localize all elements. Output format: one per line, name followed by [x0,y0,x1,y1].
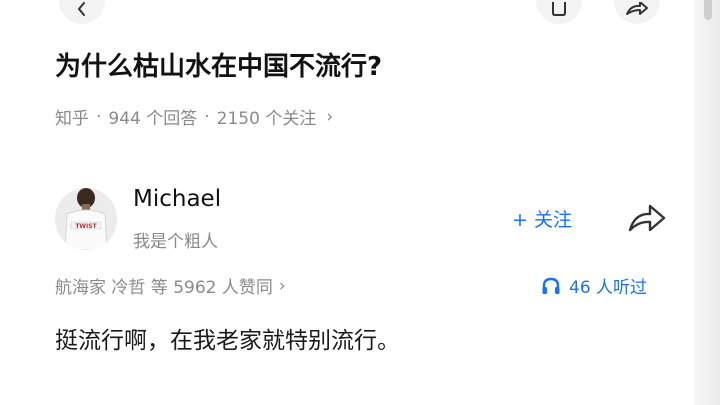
share-icon [626,2,648,15]
answer-text: 挺流行啊，在我老家就特别流行。 [55,328,400,354]
bookmark-button[interactable] [536,0,582,24]
followers-count: 2150 个关注 [216,109,317,129]
back-button[interactable] [59,0,105,24]
listen-count: 46 人听过 [569,278,648,298]
chevron-left-icon [77,2,85,16]
meta-separator: · [204,106,210,127]
avatar-image: TWIST [55,188,117,250]
edge-tick [704,0,712,20]
question-title[interactable]: 为什么枯山水在中国不流行? [55,46,382,83]
endorse-text: 航海家 冷哲 等 5962 人赞同 [55,278,273,298]
top-share-button[interactable] [614,0,660,24]
share-arrow-icon [628,204,666,232]
top-bar [0,0,720,26]
author-bio: 我是个粗人 [133,232,218,252]
side-edge [694,0,720,405]
source-label: 知乎 [55,109,89,129]
bookmark-icon [552,2,566,16]
avatar[interactable]: TWIST [55,188,117,250]
answers-count: 944 个回答 [108,109,198,129]
author-name[interactable]: Michael [133,186,221,212]
follow-button[interactable]: + 关注 [512,205,572,232]
shirt-print: TWIST [75,223,97,230]
question-meta[interactable]: 知乎 · 944 个回答 · 2150 个关注 › [55,104,334,130]
meta-separator: · [96,106,102,127]
meta-chevron-icon: › [326,106,334,127]
headphones-icon [542,277,560,294]
endorse-line[interactable]: 航海家 冷哲 等 5962 人赞同 › [55,273,286,299]
share-button[interactable] [626,201,668,235]
endorse-chevron-icon: › [278,275,286,296]
listen-button[interactable]: 46 人听过 [541,273,647,298]
